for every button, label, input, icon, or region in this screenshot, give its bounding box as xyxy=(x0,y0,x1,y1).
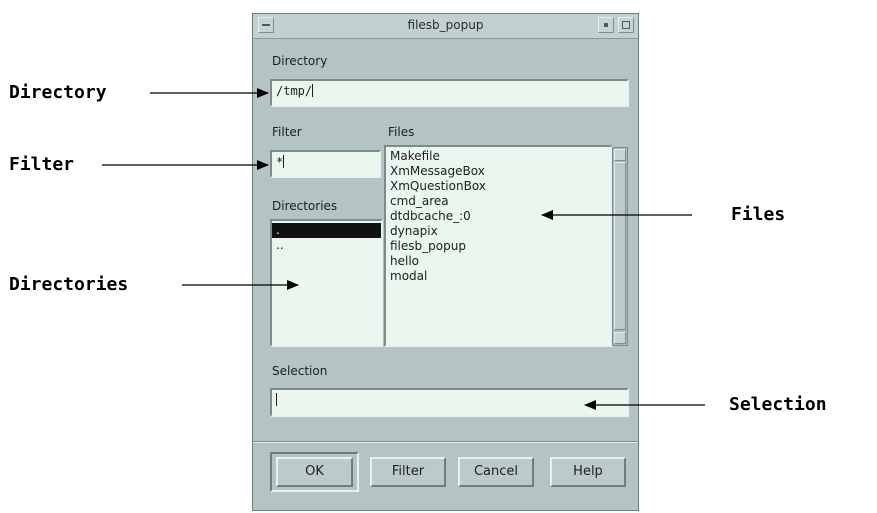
callout-arrows xyxy=(102,88,705,410)
directory-callout-label: Directory xyxy=(9,82,107,103)
directories-callout-label: Directories xyxy=(9,274,129,295)
files-callout-label: Files xyxy=(731,204,786,225)
selection-callout-label: Selection xyxy=(729,394,827,415)
filter-callout-label: Filter xyxy=(9,154,75,175)
